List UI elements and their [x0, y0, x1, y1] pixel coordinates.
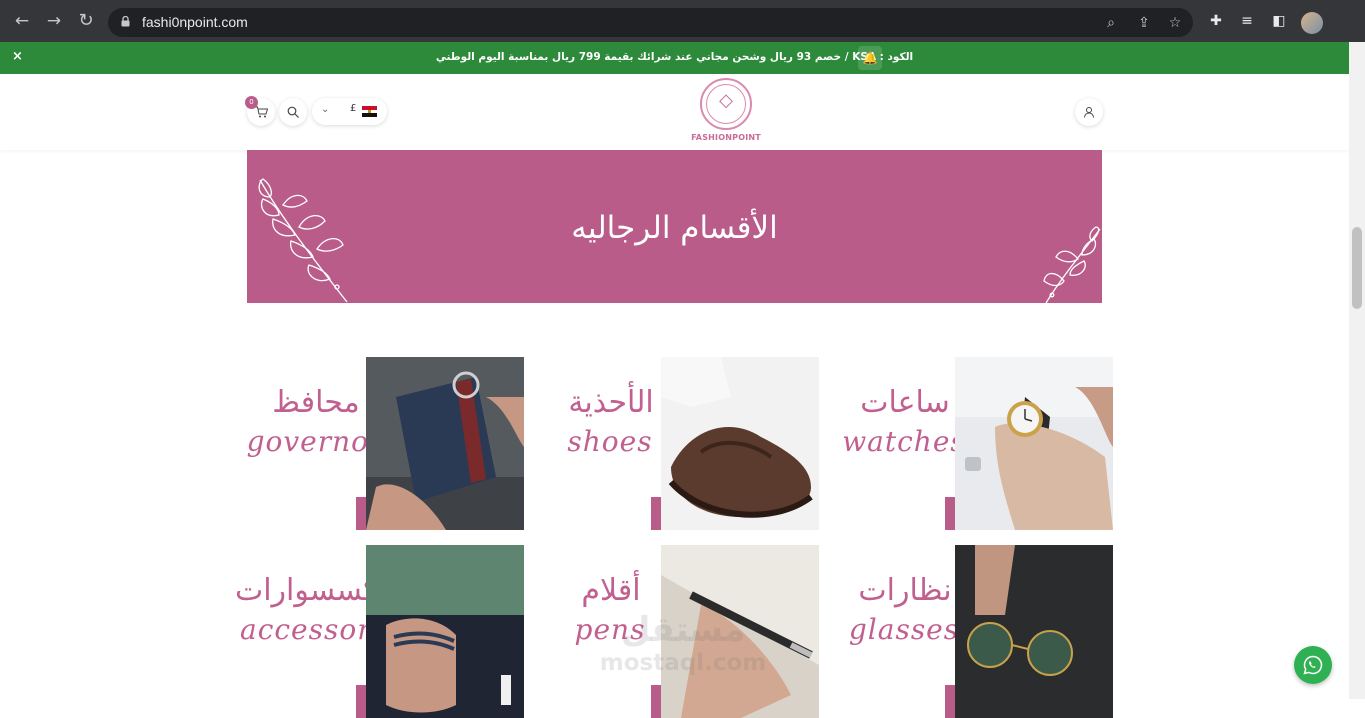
search-icon — [287, 106, 299, 118]
announcement-bar: × الكود : KSA / خصم 93 ريال وشحن مجاني ع… — [0, 42, 1349, 74]
whatsapp-icon — [1303, 655, 1323, 675]
category-card-accessories[interactable]: اكسسوارات accessories — [234, 545, 524, 718]
category-image — [955, 357, 1113, 530]
currency-selector[interactable]: ⌄ £ — [312, 98, 387, 125]
watermark-ar: مستقل — [620, 610, 746, 650]
category-title-ar: اكسسوارات — [234, 573, 386, 608]
user-icon — [1084, 107, 1094, 118]
share-icon[interactable]: ⇪ — [1135, 14, 1153, 32]
chevron-down-icon: ⌄ — [321, 104, 330, 115]
logo-name: FASHIONPOINT — [691, 133, 761, 142]
cart-count-badge: 0 — [245, 96, 258, 109]
category-card-shoes[interactable]: الأحذية shoes — [541, 357, 819, 530]
browser-toolbar: ← → ↻ fashi0npoint.com ⌕ ⇪ ☆ ✚ ≡ ◧ — [0, 0, 1365, 42]
egypt-flag-icon — [362, 106, 377, 117]
category-title-ar: الأحذية — [568, 385, 654, 420]
diamond-icon: ◇ — [719, 90, 733, 111]
media-icon[interactable]: ≡ — [1238, 12, 1256, 30]
forward-icon[interactable]: → — [44, 11, 64, 31]
watermark: مستقل mostaql.com — [598, 610, 768, 684]
category-image — [366, 545, 524, 718]
category-image — [661, 357, 819, 530]
lock-icon — [121, 16, 130, 27]
cart-icon — [255, 106, 268, 118]
whatsapp-button[interactable] — [1294, 646, 1332, 684]
section-banner: الأقسام الرجاليه — [247, 150, 1102, 303]
category-card-glasses[interactable]: نظارات glasses — [835, 545, 1113, 718]
url-text: fashi0npoint.com — [142, 14, 248, 30]
category-title-ar: محافظ — [272, 385, 360, 420]
scrollbar-thumb[interactable] — [1352, 227, 1362, 309]
page-scrollbar[interactable] — [1349, 42, 1365, 699]
banner-title: الأقسام الرجاليه — [571, 210, 778, 246]
category-title-ar: ساعات — [860, 385, 950, 420]
star-icon[interactable]: ☆ — [1166, 14, 1184, 32]
announcement-text: الكود : KSA / خصم 93 ريال وشحن مجاني عند… — [435, 51, 914, 63]
search-button[interactable] — [279, 98, 307, 126]
category-title-ar: أقلام — [581, 573, 641, 608]
extensions-icon[interactable]: ✚ — [1207, 12, 1225, 30]
zoom-icon[interactable]: ⌕ — [1102, 14, 1120, 32]
sidepanel-icon[interactable]: ◧ — [1270, 12, 1288, 30]
account-button[interactable] — [1075, 98, 1103, 126]
category-card-watches[interactable]: ساعات watches — [835, 357, 1113, 530]
category-image — [955, 545, 1113, 718]
reload-icon[interactable]: ↻ — [76, 11, 96, 31]
category-card-wallets[interactable]: محافظ governor — [246, 357, 524, 530]
site-logo[interactable]: ◇ FASHIONPOINT — [691, 78, 761, 144]
currency-symbol: £ — [350, 103, 357, 114]
address-bar[interactable]: fashi0npoint.com ⌕ ⇪ ☆ — [108, 8, 1193, 37]
bell-icon: 🔔 — [858, 46, 882, 70]
category-title-ar: نظارات — [858, 573, 952, 608]
site-header — [0, 74, 1349, 150]
watermark-en: mostaql.com — [599, 650, 767, 676]
category-image — [366, 357, 524, 530]
profile-avatar[interactable] — [1301, 12, 1323, 34]
back-icon[interactable]: ← — [12, 11, 32, 31]
